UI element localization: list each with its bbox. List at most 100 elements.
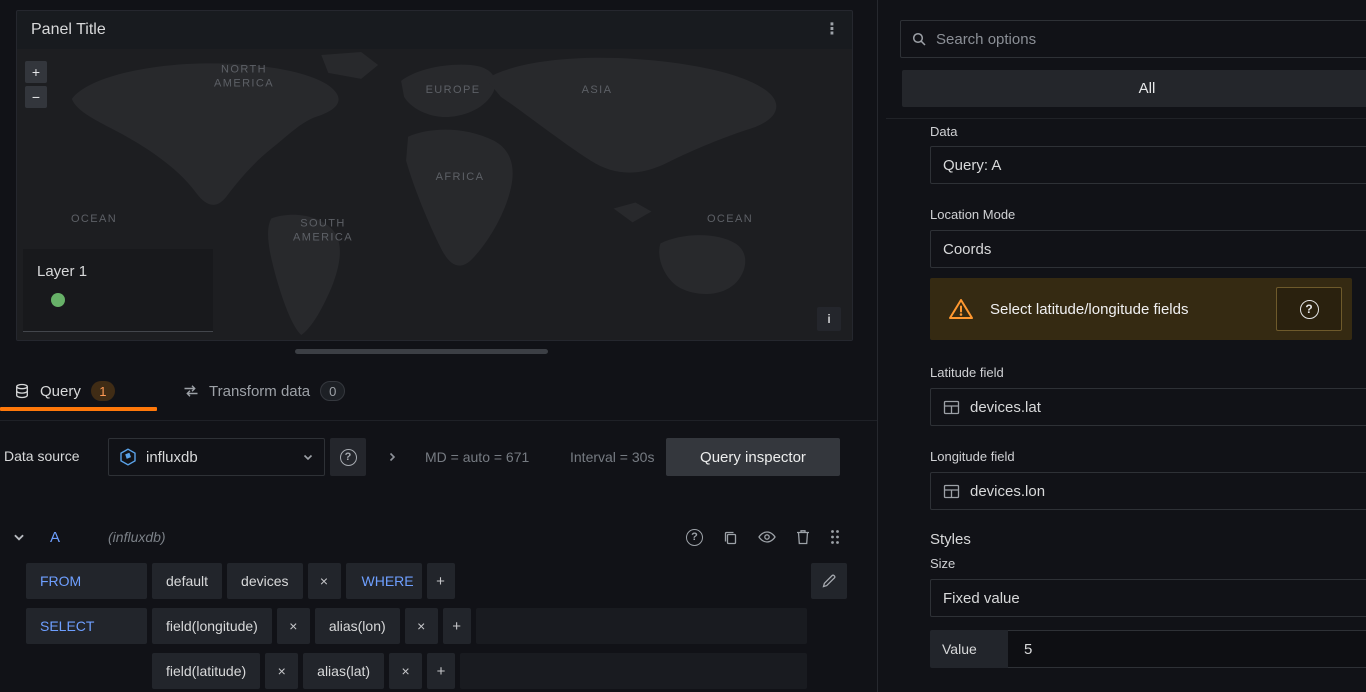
sidebar-divider (886, 118, 1366, 119)
map-label: OCEAN (70, 212, 118, 225)
from-measurement-segment[interactable]: devices (227, 563, 303, 599)
zoom-in-button[interactable]: + (25, 61, 47, 83)
select-field-segment[interactable]: field(longitude) (152, 608, 272, 644)
kebab-icon: ⋮ (824, 21, 840, 38)
map-attribution-button[interactable]: i (817, 307, 841, 331)
longitude-field-picker[interactable]: devices.lon (930, 472, 1366, 510)
field-grid-icon (943, 400, 960, 415)
select-alias-segment[interactable]: alias(lat) (303, 653, 385, 689)
layer-legend: Layer 1 (23, 249, 213, 332)
transform-icon (184, 385, 198, 397)
fixed-value-input[interactable] (1008, 630, 1366, 668)
map-label: AFRICA (435, 170, 485, 183)
datasource-help-button[interactable]: ? (330, 438, 366, 476)
panel-title: Panel Title (31, 21, 106, 38)
tabs-divider (0, 420, 877, 421)
search-icon (912, 32, 926, 46)
duplicate-query-button[interactable] (723, 530, 738, 545)
add-part-button[interactable]: + (427, 653, 456, 689)
styles-section-header: Styles (930, 531, 971, 548)
tab-query[interactable]: Query 1 (0, 371, 157, 411)
drag-handle[interactable] (830, 529, 840, 545)
row-indent (26, 653, 147, 689)
row-filler (460, 653, 807, 689)
query-row-actions: ? (686, 528, 840, 546)
max-data-points-stat: MD = auto = 671 (425, 449, 530, 465)
options-sidebar: All Data Query: A Location Mode Coords S… (886, 0, 1366, 692)
expand-section-button[interactable] (374, 438, 410, 476)
query-datasource-hint: (influxdb) (108, 529, 166, 545)
where-keyword[interactable]: WHERE (345, 563, 422, 599)
warning-alert: Select latitude/longitude fields ? (930, 278, 1352, 340)
from-database-segment[interactable]: default (152, 563, 223, 599)
hide-response-button[interactable] (758, 530, 776, 544)
select-row-2: field(latitude) × alias(lat) × + (26, 653, 847, 689)
panel-header[interactable]: Panel Title ⋮ (17, 11, 852, 49)
transform-count-badge: 0 (320, 381, 346, 401)
latitude-field-picker[interactable]: devices.lat (930, 388, 1366, 426)
select-row-1: SELECT field(longitude) × alias(lon) × + (26, 608, 847, 644)
size-label: Size (930, 556, 956, 571)
query-refid: A (50, 528, 61, 546)
question-circle-icon: ? (686, 528, 703, 546)
datasource-value: influxdb (146, 448, 198, 466)
size-mode-select[interactable]: Fixed value (930, 579, 1366, 617)
remove-query-button[interactable] (796, 529, 810, 545)
location-mode-select[interactable]: Coords (930, 230, 1366, 268)
from-row: FROM default devices × WHERE + (26, 563, 847, 599)
pencil-icon (822, 574, 836, 588)
query-help-button[interactable]: ? (686, 528, 703, 546)
longitude-field-value: devices.lon (970, 482, 1046, 500)
remove-alias-button[interactable]: × (404, 608, 438, 644)
latitude-field-value: devices.lat (970, 398, 1041, 416)
remove-field-button[interactable]: × (276, 608, 310, 644)
collapse-query-icon[interactable] (12, 530, 26, 544)
chevron-right-icon (389, 452, 396, 462)
add-part-button[interactable]: + (442, 608, 471, 644)
eye-icon (758, 531, 776, 543)
zoom-out-button[interactable]: − (25, 86, 47, 108)
query-builder: FROM default devices × WHERE + SELECT fi… (26, 563, 847, 689)
query-toolbar: Data source influxdb ? MD = auto = 671 I… (0, 438, 877, 476)
tab-query-label: Query (40, 382, 81, 400)
field-grid-icon (943, 484, 960, 499)
question-circle-icon: ? (1299, 299, 1319, 319)
remove-alias-button[interactable]: × (389, 653, 423, 689)
tab-transform[interactable]: Transform data 0 (169, 371, 359, 411)
add-where-condition-button[interactable]: + (426, 563, 455, 599)
horizontal-scrollbar[interactable] (295, 349, 548, 354)
search-input[interactable] (936, 30, 1366, 48)
warning-triangle-icon (949, 299, 973, 319)
influxdb-logo-icon (120, 448, 136, 466)
geomap-canvas[interactable]: NORTH AMERICA EUROPE ASIA AFRICA SOUTH A… (17, 49, 852, 340)
filter-all-label: All (1138, 80, 1156, 97)
datasource-picker[interactable]: influxdb (108, 438, 325, 476)
filter-all-button[interactable]: All (902, 70, 1366, 107)
info-icon: i (827, 312, 831, 326)
remove-measurement-button[interactable]: × (307, 563, 341, 599)
from-keyword[interactable]: FROM (26, 563, 147, 599)
select-keyword[interactable]: SELECT (26, 608, 147, 644)
data-select[interactable]: Query: A (930, 146, 1366, 184)
pane-divider[interactable] (877, 0, 878, 692)
remove-field-button[interactable]: × (265, 653, 299, 689)
grip-icon (831, 530, 839, 544)
query-row-header[interactable]: A (influxdb) ? (0, 519, 877, 555)
panel-preview: Panel Title ⋮ NORTH AMERICA EUROPE ASIA … (16, 10, 853, 341)
query-count-badge: 1 (90, 381, 115, 401)
data-select-value: Query: A (943, 156, 1002, 174)
copy-icon (724, 531, 737, 544)
map-label: NORTH AMERICA (214, 63, 274, 90)
edit-raw-query-button[interactable] (811, 563, 847, 599)
database-icon (16, 383, 28, 399)
layer-color-dot (51, 293, 65, 307)
map-label: ASIA (581, 83, 613, 96)
query-inspector-button[interactable]: Query inspector (666, 438, 840, 476)
select-alias-segment[interactable]: alias(lon) (314, 608, 400, 644)
map-label: SOUTH AMERICA (293, 217, 353, 244)
size-mode-value: Fixed value (943, 589, 1020, 607)
options-search[interactable] (900, 20, 1366, 58)
panel-menu-button[interactable]: ⋮ (820, 18, 844, 42)
select-field-segment[interactable]: field(latitude) (152, 653, 261, 689)
warning-help-button[interactable]: ? (1276, 287, 1342, 331)
